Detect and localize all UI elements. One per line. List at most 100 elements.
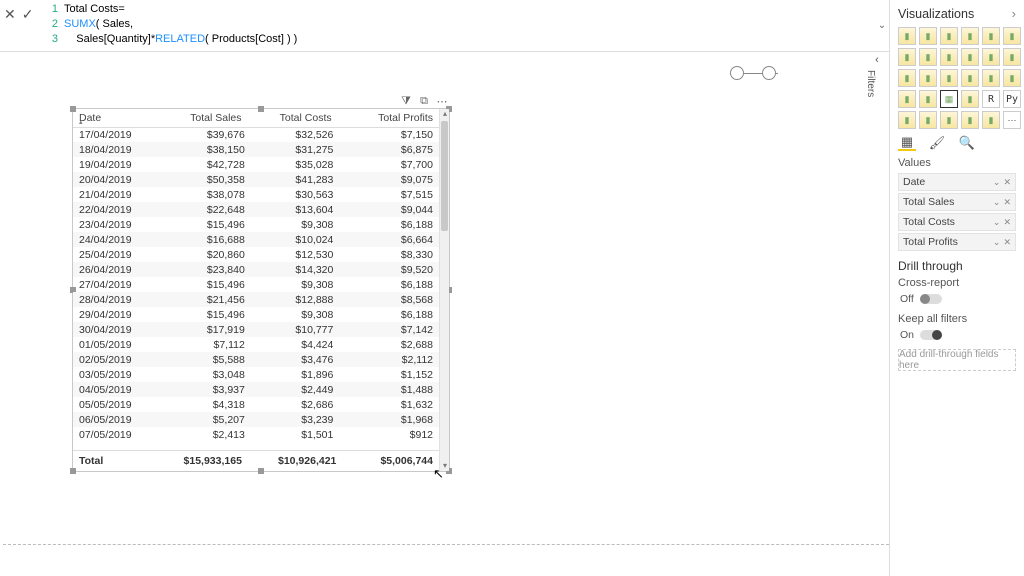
table-row[interactable]: 23/04/2019$15,496$9,308$6,188 [73, 217, 439, 232]
viz-type-icon[interactable]: ▦ [940, 90, 958, 108]
table-row[interactable]: 21/04/2019$38,078$30,563$7,515 [73, 187, 439, 202]
viz-type-icon[interactable]: ▮ [940, 111, 958, 129]
analytics-tab-icon[interactable]: 🔍 [958, 135, 976, 151]
scroll-up-icon[interactable]: ▴ [440, 109, 450, 119]
field-well[interactable]: Total Costs⌄✕ [898, 213, 1016, 231]
format-tab-icon[interactable]: 🖌 [928, 135, 946, 151]
cross-report-toggle[interactable] [920, 294, 942, 304]
viz-type-icon[interactable]: ▮ [898, 69, 916, 87]
table-row[interactable]: 25/04/2019$20,860$12,530$8,330 [73, 247, 439, 262]
table-row[interactable]: 02/05/2019$5,588$3,476$2,112 [73, 352, 439, 367]
table-row[interactable]: 24/04/2019$16,688$10,024$6,664 [73, 232, 439, 247]
well-dropdown-icon[interactable]: ⌄ [993, 237, 1001, 248]
well-remove-icon[interactable]: ✕ [1003, 237, 1011, 248]
filters-pane-collapsed[interactable]: ‹ Filters [865, 54, 889, 97]
column-header[interactable]: Total Sales [157, 109, 247, 127]
table-row[interactable]: 20/04/2019$50,358$41,283$9,075 [73, 172, 439, 187]
well-label: Total Sales [903, 196, 954, 208]
table-row[interactable]: 22/04/2019$22,648$13,604$9,044 [73, 202, 439, 217]
table-row[interactable]: 17/04/2019$39,676$32,526$7,150 [73, 127, 439, 142]
table-cell: 07/05/2019 [73, 427, 162, 442]
viz-type-icon[interactable]: ▮ [898, 48, 916, 66]
viz-type-icon[interactable]: ▮ [982, 69, 1000, 87]
table-row[interactable]: 05/05/2019$4,318$2,686$1,632 [73, 397, 439, 412]
viz-type-icon[interactable]: ▮ [961, 27, 979, 45]
fields-tab-icon[interactable]: ▦ [898, 135, 916, 151]
viz-type-icon[interactable]: ▮ [961, 90, 979, 108]
field-well[interactable]: Total Profits⌄✕ [898, 233, 1016, 251]
table-cell: $9,044 [339, 202, 439, 217]
viz-type-icon[interactable]: ▮ [1003, 69, 1021, 87]
table-cell: $15,496 [162, 217, 251, 232]
total-cell: $5,006,744 [342, 451, 439, 472]
table-row[interactable]: 28/04/2019$21,456$12,888$8,568 [73, 292, 439, 307]
viz-type-icon[interactable]: ▮ [940, 27, 958, 45]
viz-type-icon[interactable]: ▮ [1003, 48, 1021, 66]
well-dropdown-icon[interactable]: ⌄ [993, 197, 1001, 208]
viz-type-icon[interactable]: ▮ [898, 27, 916, 45]
formula-cancel-icon[interactable]: ✕ [4, 6, 16, 23]
focus-mode-icon[interactable]: ⧉ [417, 95, 431, 107]
viz-type-icon[interactable]: ▮ [982, 27, 1000, 45]
scroll-thumb[interactable] [441, 121, 448, 231]
viz-type-icon[interactable]: ▮ [1003, 27, 1021, 45]
formula-confirm-icon[interactable]: ✓ [22, 6, 34, 23]
filters-label[interactable]: Filters [865, 70, 876, 97]
well-remove-icon[interactable]: ✕ [1003, 197, 1011, 208]
viz-type-icon[interactable]: ▮ [898, 90, 916, 108]
viz-type-icon[interactable]: ▮ [919, 111, 937, 129]
column-header[interactable]: Total Profits [338, 109, 439, 127]
table-row[interactable]: 26/04/2019$23,840$14,320$9,520 [73, 262, 439, 277]
viz-type-icon[interactable]: ▮ [940, 69, 958, 87]
viz-type-icon[interactable]: ▮ [982, 48, 1000, 66]
keep-filters-toggle[interactable] [920, 330, 942, 340]
viz-type-icon[interactable]: ⋯ [1003, 111, 1021, 129]
slicer-handle-right[interactable] [762, 66, 776, 80]
slicer-visual[interactable] [730, 66, 776, 80]
table-visual[interactable]: ⧩ ⧉ ⋯ DateTotal SalesTotal CostsTotal Pr… [72, 108, 450, 472]
table-cell: $9,308 [251, 277, 340, 292]
table-row[interactable]: 07/05/2019$2,413$1,501$912 [73, 427, 439, 442]
collapse-pane-icon[interactable]: › [1012, 6, 1016, 21]
scroll-down-icon[interactable]: ▾ [440, 461, 450, 471]
viz-type-icon[interactable]: ▮ [919, 90, 937, 108]
table-row[interactable]: 30/04/2019$17,919$10,777$7,142 [73, 322, 439, 337]
drillthrough-dropzone[interactable]: Add drill-through fields here [898, 349, 1016, 371]
viz-type-icon[interactable]: ▮ [961, 111, 979, 129]
table-row[interactable]: 19/04/2019$42,728$35,028$7,700 [73, 157, 439, 172]
filter-icon[interactable]: ⧩ [399, 95, 413, 107]
viz-type-icon[interactable]: Py [1003, 90, 1021, 108]
viz-type-icon[interactable]: R [982, 90, 1000, 108]
viz-type-icon[interactable]: ▮ [919, 69, 937, 87]
table-cell: $2,688 [339, 337, 439, 352]
table-row[interactable]: 29/04/2019$15,496$9,308$6,188 [73, 307, 439, 322]
table-row[interactable]: 06/05/2019$5,207$3,239$1,968 [73, 412, 439, 427]
page-divider [3, 544, 889, 545]
well-remove-icon[interactable]: ✕ [1003, 177, 1011, 188]
viz-type-icon[interactable]: ▮ [961, 48, 979, 66]
column-header[interactable]: Date [73, 109, 157, 127]
viz-type-icon[interactable]: ▮ [898, 111, 916, 129]
viz-type-icon[interactable]: ▮ [919, 27, 937, 45]
scrollbar-vertical[interactable]: ▴ ▾ [439, 109, 449, 471]
viz-type-icon[interactable]: ▮ [940, 48, 958, 66]
table-row[interactable]: 01/05/2019$7,112$4,424$2,688 [73, 337, 439, 352]
table-row[interactable]: 18/04/2019$38,150$31,275$6,875 [73, 142, 439, 157]
well-dropdown-icon[interactable]: ⌄ [993, 217, 1001, 228]
table-row[interactable]: 04/05/2019$3,937$2,449$1,488 [73, 382, 439, 397]
viz-type-icon[interactable]: ▮ [919, 48, 937, 66]
viz-type-icon[interactable]: ▮ [982, 111, 1000, 129]
expand-left-icon[interactable]: ‹ [865, 54, 889, 66]
well-remove-icon[interactable]: ✕ [1003, 217, 1011, 228]
field-well[interactable]: Date⌄✕ [898, 173, 1016, 191]
slicer-handle-left[interactable] [730, 66, 744, 80]
table-row[interactable]: 27/04/2019$15,496$9,308$6,188 [73, 277, 439, 292]
viz-type-icon[interactable]: ▮ [961, 69, 979, 87]
well-dropdown-icon[interactable]: ⌄ [993, 177, 1001, 188]
formula-editor[interactable]: 1 Total Costs = 2 SUMX ( Sales, 3 Sales[… [40, 0, 875, 51]
table-row[interactable]: 03/05/2019$3,048$1,896$1,152 [73, 367, 439, 382]
field-well[interactable]: Total Sales ⌄✕ [898, 193, 1016, 211]
formula-expand-button[interactable]: ⌄ [875, 0, 889, 51]
table-cell: 21/04/2019 [73, 187, 162, 202]
column-header[interactable]: Total Costs [248, 109, 338, 127]
